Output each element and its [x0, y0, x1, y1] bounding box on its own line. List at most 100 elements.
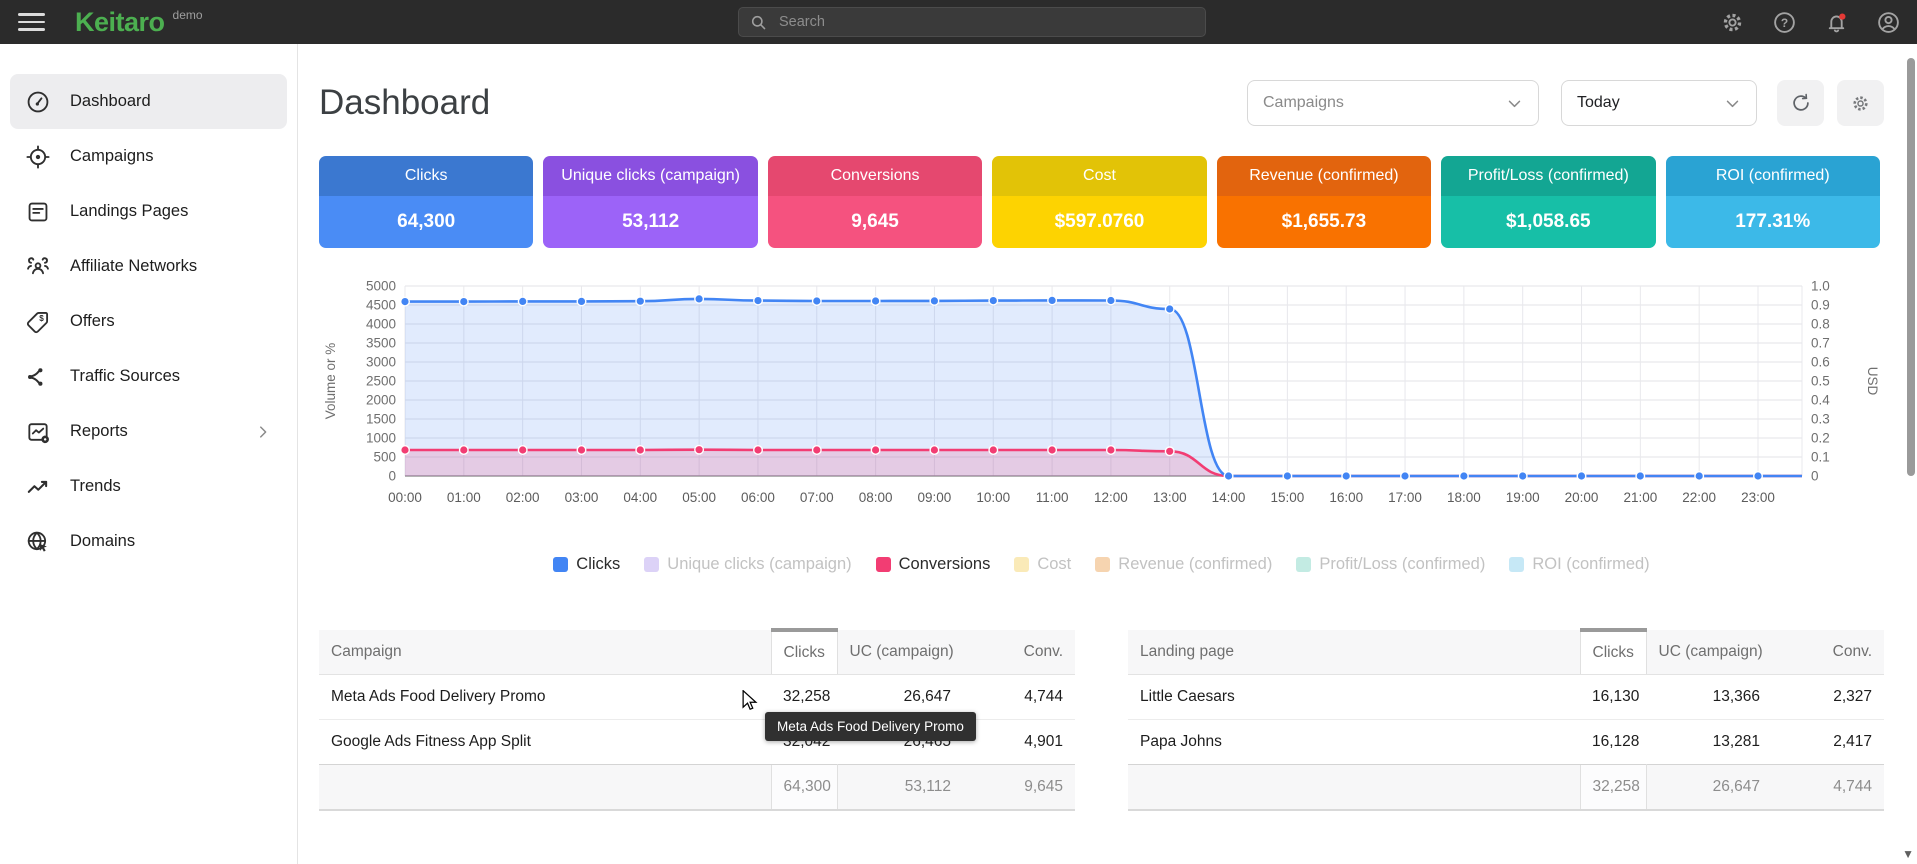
column-header-uc-campaign[interactable]: UC (campaign)	[837, 630, 963, 675]
column-header-landing-page[interactable]: Landing page	[1128, 630, 1580, 675]
conv-cell: 2,417	[1772, 720, 1884, 765]
column-header-clicks[interactable]: Clicks	[1580, 630, 1646, 675]
campaign-name-cell[interactable]: Google Ads Fitness App Split	[319, 720, 771, 765]
conv-cell: 2,327	[1772, 675, 1884, 720]
sidebar-item-dashboard[interactable]: Dashboard	[10, 74, 287, 129]
report-chart-icon	[25, 419, 51, 445]
stat-card-cost: Cost $597.0760	[992, 156, 1206, 248]
legend-item-clicks[interactable]: Clicks	[553, 555, 620, 574]
sidebar-item-traffic-sources[interactable]: Traffic Sources	[10, 349, 287, 404]
svg-text:0.8: 0.8	[1811, 317, 1830, 332]
legend-item-revenue[interactable]: Revenue (confirmed)	[1095, 555, 1272, 574]
sidebar-item-reports[interactable]: Reports	[10, 404, 287, 459]
sidebar-item-trends[interactable]: Trends	[10, 459, 287, 514]
table-row: Papa Johns 16,128 13,281 2,417	[1128, 720, 1884, 765]
legend-label: Clicks	[576, 555, 620, 574]
svg-text:15:00: 15:00	[1270, 490, 1304, 505]
account-icon[interactable]	[1876, 10, 1901, 35]
sidebar-item-domains[interactable]: Domains	[10, 514, 287, 569]
summary-tables: Campaign Clicks UC (campaign) Conv. Meta…	[319, 628, 1884, 811]
legend-swatch	[1296, 557, 1311, 572]
stat-card-label: Cost	[992, 156, 1206, 196]
legend-item-cost[interactable]: Cost	[1014, 555, 1071, 574]
vertical-scrollbar-thumb[interactable]	[1907, 58, 1915, 476]
sidebar-item-label: Domains	[70, 532, 135, 551]
legend-label: Profit/Loss (confirmed)	[1319, 555, 1485, 574]
legend-swatch	[553, 557, 568, 572]
column-header-clicks[interactable]: Clicks	[771, 630, 837, 675]
scrollbar-down-arrow[interactable]: ▼	[1902, 847, 1914, 861]
legend-item-conversions[interactable]: Conversions	[876, 555, 991, 574]
svg-text:0.7: 0.7	[1811, 336, 1830, 351]
legend-swatch	[1509, 557, 1524, 572]
campaign-name-cell[interactable]: Meta Ads Food Delivery Promo	[319, 675, 771, 720]
svg-text:0.2: 0.2	[1811, 431, 1830, 446]
column-header-uc-campaign[interactable]: UC (campaign)	[1646, 630, 1772, 675]
legend-swatch	[644, 557, 659, 572]
mouse-cursor	[741, 690, 759, 717]
sidebar-item-campaigns[interactable]: Campaigns	[10, 129, 287, 184]
notifications-bell-icon[interactable]	[1824, 10, 1849, 35]
svg-text:21:00: 21:00	[1623, 490, 1657, 505]
hamburger-menu-icon[interactable]	[18, 8, 45, 36]
search-input[interactable]	[777, 13, 1195, 31]
sidebar-item-landings-pages[interactable]: Landings Pages	[10, 184, 287, 239]
svg-text:02:00: 02:00	[506, 490, 540, 505]
legend-label: Revenue (confirmed)	[1118, 555, 1272, 574]
legend-label: Conversions	[899, 555, 991, 574]
svg-text:17:00: 17:00	[1388, 490, 1422, 505]
svg-text:08:00: 08:00	[859, 490, 893, 505]
totals-conv-cell: 4,744	[1772, 765, 1884, 811]
brand-badge: demo	[173, 8, 203, 22]
svg-text:22:00: 22:00	[1682, 490, 1716, 505]
help-icon[interactable]: ?	[1772, 10, 1797, 35]
legend-item-unique-clicks[interactable]: Unique clicks (campaign)	[644, 555, 851, 574]
svg-text:00:00: 00:00	[388, 490, 422, 505]
sidebar-item-label: Reports	[70, 422, 128, 441]
top-bar-actions: ?	[1720, 0, 1901, 44]
svg-text:05:00: 05:00	[682, 490, 716, 505]
sidebar-item-label: Trends	[70, 477, 121, 496]
date-range-select[interactable]: Today	[1561, 80, 1757, 126]
svg-text:09:00: 09:00	[918, 490, 952, 505]
svg-text:10:00: 10:00	[976, 490, 1010, 505]
landing-name-cell[interactable]: Little Caesars	[1128, 675, 1580, 720]
page-title: Dashboard	[319, 83, 490, 123]
stat-card-label: Profit/Loss (confirmed)	[1441, 156, 1655, 196]
legend-item-roi[interactable]: ROI (confirmed)	[1509, 555, 1649, 574]
stat-card-value: 64,300	[319, 196, 533, 248]
totals-conv-cell: 9,645	[963, 765, 1075, 811]
hover-tooltip: Meta Ads Food Delivery Promo	[765, 712, 976, 741]
svg-text:0.1: 0.1	[1811, 450, 1830, 465]
stat-card-revenue: Revenue (confirmed) $1,655.73	[1217, 156, 1431, 248]
date-range-value: Today	[1577, 94, 1620, 112]
svg-text:19:00: 19:00	[1506, 490, 1540, 505]
stat-card-value: $1,058.65	[1441, 196, 1655, 248]
dashboard-settings-button[interactable]	[1837, 80, 1884, 126]
brand-logo: Keitaro	[75, 7, 165, 38]
column-header-campaign[interactable]: Campaign	[319, 630, 771, 675]
search-icon	[749, 13, 768, 32]
target-icon	[25, 144, 51, 170]
legend-item-profit-loss[interactable]: Profit/Loss (confirmed)	[1296, 555, 1485, 574]
totals-clicks-cell: 64,300	[771, 765, 837, 811]
stat-card-value: $597.0760	[992, 196, 1206, 248]
svg-text:3500: 3500	[366, 336, 396, 351]
column-header-conv[interactable]: Conv.	[963, 630, 1075, 675]
column-header-conv[interactable]: Conv.	[1772, 630, 1884, 675]
svg-text:1500: 1500	[366, 412, 396, 427]
stat-card-label: Revenue (confirmed)	[1217, 156, 1431, 196]
svg-text:5000: 5000	[366, 279, 396, 294]
grouping-select[interactable]: Campaigns	[1247, 80, 1539, 126]
settings-gear-icon[interactable]	[1720, 10, 1745, 35]
landing-name-cell[interactable]: Papa Johns	[1128, 720, 1580, 765]
totals-uc-cell: 26,647	[1646, 765, 1772, 811]
svg-text:18:00: 18:00	[1447, 490, 1481, 505]
sidebar-item-affiliate-networks[interactable]: Affiliate Networks	[10, 239, 287, 294]
legend-swatch	[1095, 557, 1110, 572]
refresh-button[interactable]	[1777, 80, 1824, 126]
sidebar-item-offers[interactable]: $ Offers	[10, 294, 287, 349]
svg-text:4500: 4500	[366, 298, 396, 313]
conv-cell: 4,901	[963, 720, 1075, 765]
globe-cursor-icon	[25, 529, 51, 555]
